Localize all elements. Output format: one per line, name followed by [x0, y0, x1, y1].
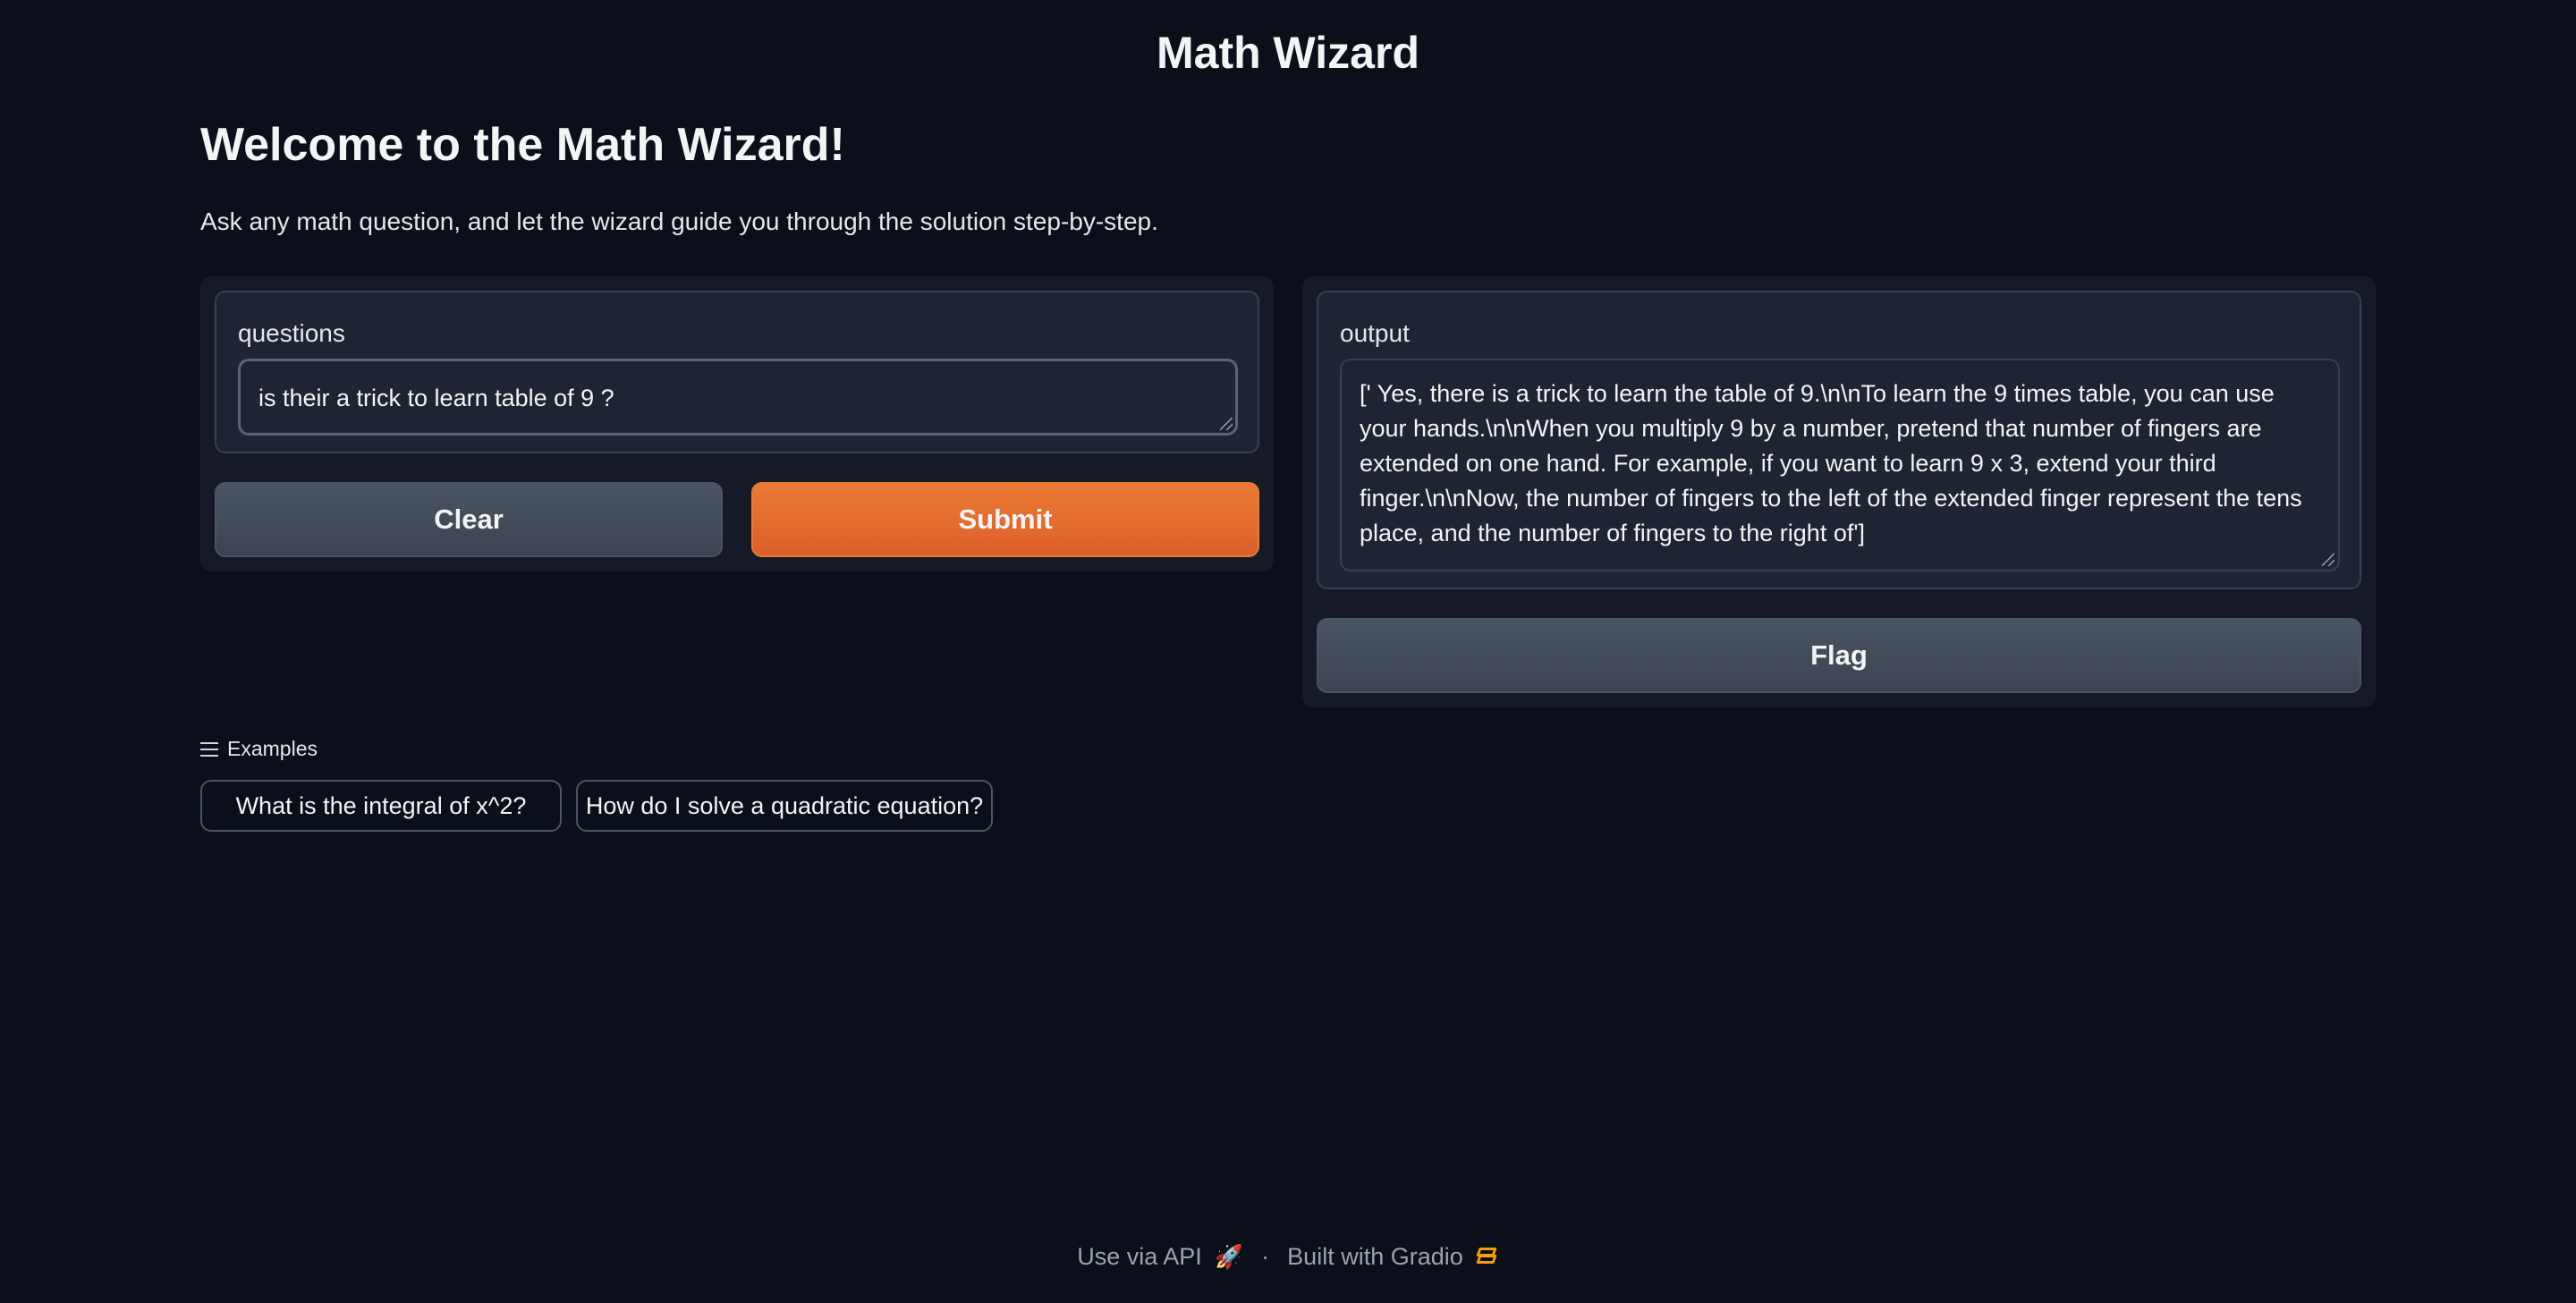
input-panel: questions is their a trick to learn tabl…: [200, 276, 1274, 571]
output-label: output: [1340, 319, 1410, 347]
questions-label: questions: [238, 319, 345, 347]
gradio-logo-icon: [1475, 1247, 1499, 1267]
example-quadratic[interactable]: How do I solve a quadratic equation?: [576, 780, 993, 832]
page-description: Ask any math question, and let the wizar…: [200, 207, 1158, 235]
footer-separator: ·: [1261, 1243, 1270, 1270]
resize-handle-icon[interactable]: [2322, 554, 2334, 566]
examples-label: Examples: [227, 737, 318, 760]
questions-input[interactable]: is their a trick to learn table of 9 ?: [238, 359, 1238, 436]
rocket-icon: 🚀: [1214, 1243, 1244, 1270]
example-integral[interactable]: What is the integral of x^2?: [200, 780, 562, 832]
list-icon: [200, 741, 218, 757]
app-title: Math Wizard: [1157, 28, 1419, 78]
output-block: output [' Yes, there is a trick to learn…: [1317, 291, 2361, 589]
page-heading: Welcome to the Math Wizard!: [200, 119, 845, 171]
footer: Use via API 🚀 · Built with Gradio: [0, 1243, 2576, 1271]
output-textbox[interactable]: [' Yes, there is a trick to learn the ta…: [1340, 359, 2340, 571]
questions-block: questions is their a trick to learn tabl…: [215, 291, 1259, 453]
flag-button[interactable]: Flag: [1317, 618, 2361, 693]
output-panel: output [' Yes, there is a trick to learn…: [1302, 276, 2376, 707]
submit-button[interactable]: Submit: [751, 482, 1259, 557]
examples-header: Examples: [200, 737, 318, 761]
use-via-api-link[interactable]: Use via API: [1077, 1243, 1202, 1271]
built-with-gradio-link[interactable]: Built with Gradio: [1287, 1243, 1463, 1271]
resize-handle-icon[interactable]: [1220, 418, 1233, 430]
clear-button[interactable]: Clear: [215, 482, 723, 557]
